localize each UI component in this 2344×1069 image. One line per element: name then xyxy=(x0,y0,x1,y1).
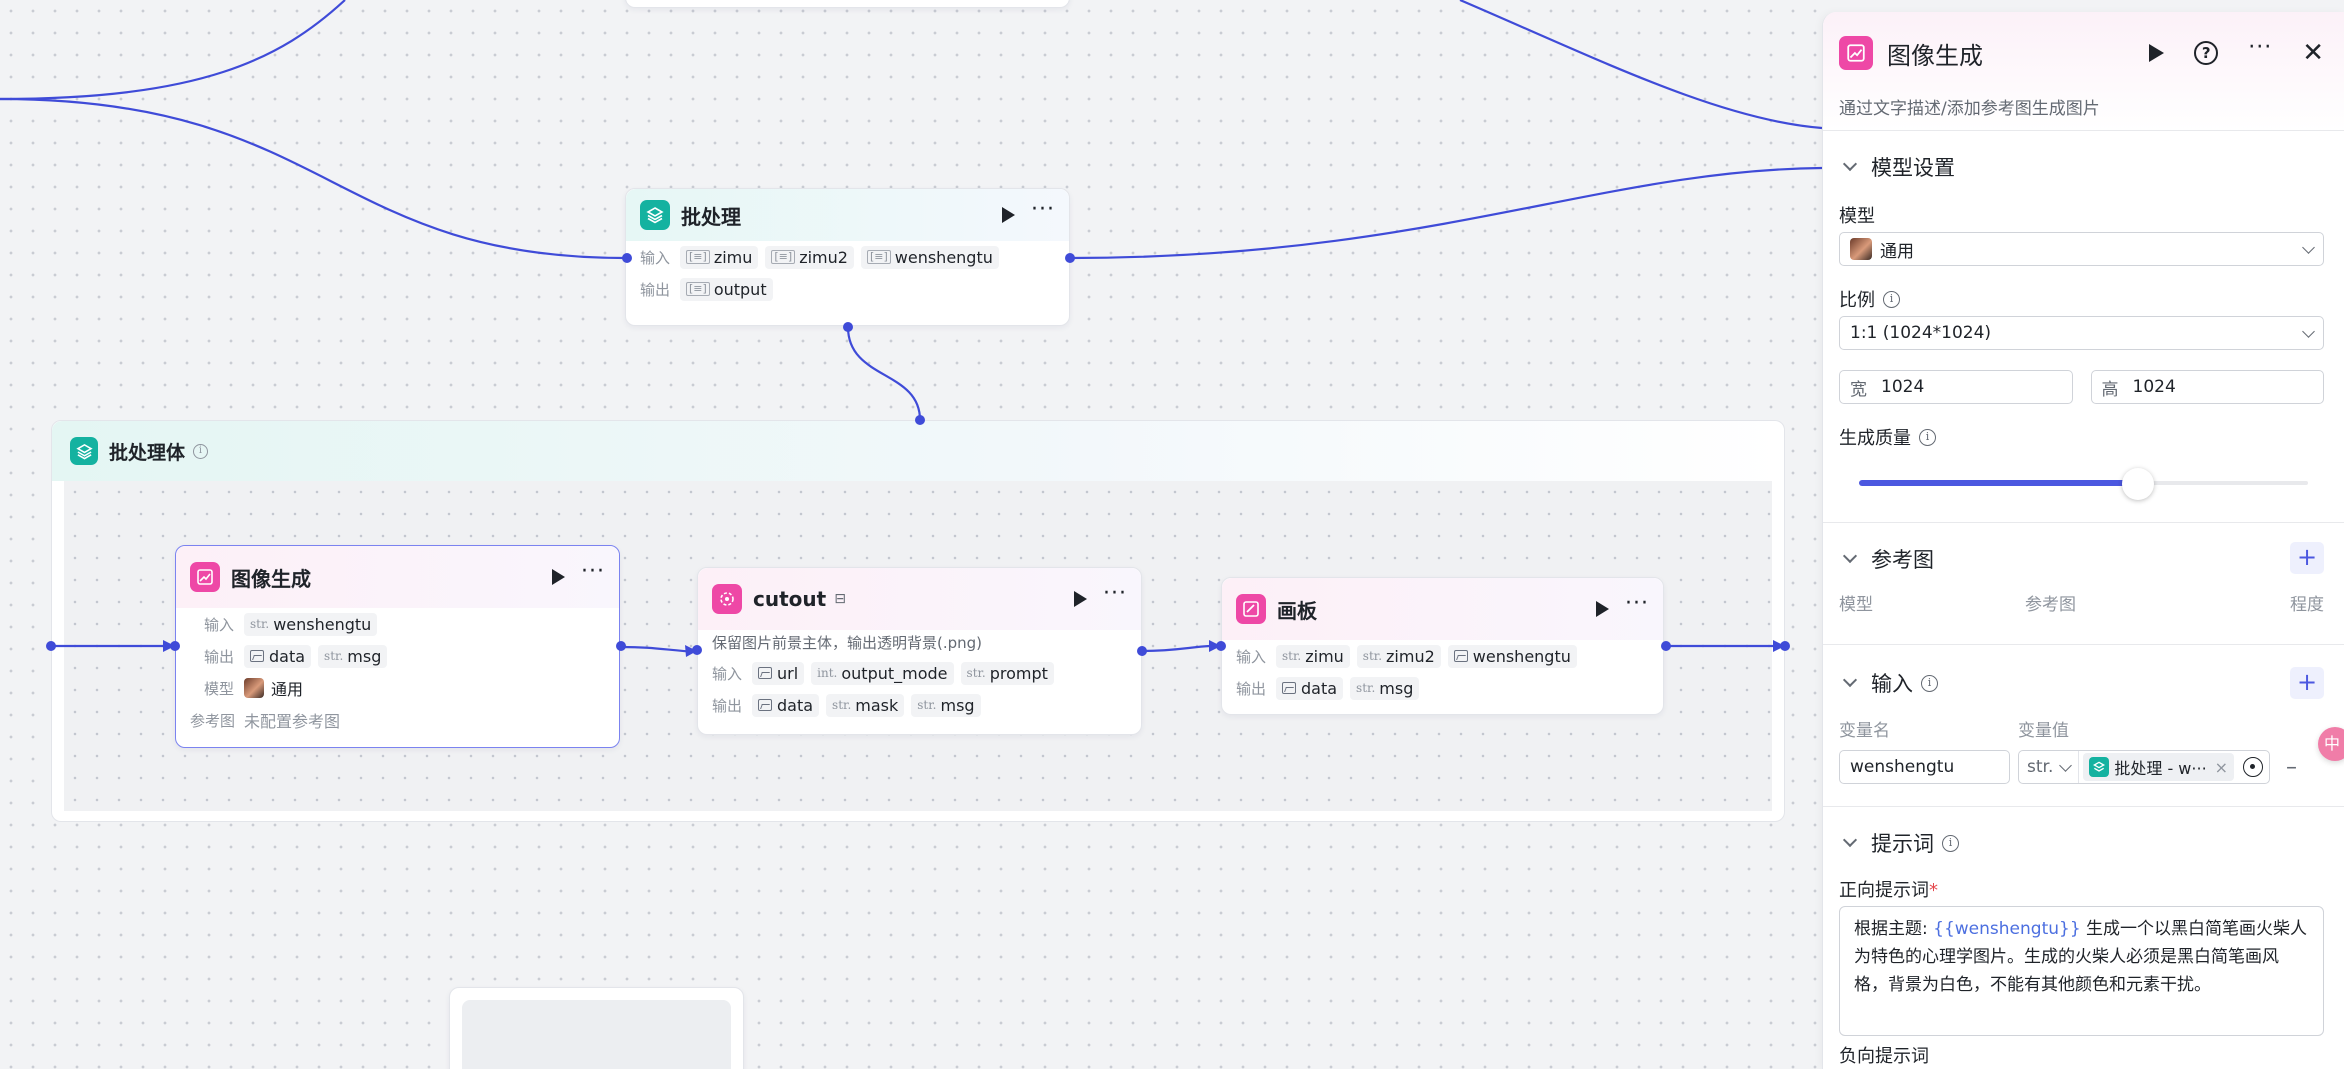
reference-table-header: 模型 参考图 程度 xyxy=(1839,595,2324,615)
chevron-down-icon xyxy=(1842,672,1858,688)
edge xyxy=(846,326,922,421)
quality-slider[interactable] xyxy=(1839,468,2324,500)
close-icon[interactable]: ✕ xyxy=(2302,40,2324,66)
handle-dot xyxy=(843,322,853,332)
slider-fill xyxy=(1859,480,2138,486)
remove-variable-button[interactable]: – xyxy=(2286,755,2297,780)
model-select[interactable]: 通用 xyxy=(1839,232,2324,266)
positive-prompt-textarea[interactable]: 根据主题: {{wenshengtu}} 生成一个以黑白简笔画火柴人为特色的心理… xyxy=(1839,906,2324,1036)
info-icon[interactable]: i xyxy=(1919,428,1936,446)
variable-name-input[interactable]: wenshengtu xyxy=(1839,750,2010,784)
edge xyxy=(1069,166,1822,260)
height-input[interactable]: 高 1024 xyxy=(2090,370,2324,404)
ratio-select[interactable]: 1:1 (1024*1024) xyxy=(1839,316,2324,350)
layers-icon xyxy=(2089,757,2110,777)
edge xyxy=(1459,0,1822,130)
handle-dot xyxy=(622,253,632,263)
run-icon[interactable] xyxy=(2149,44,2165,62)
model-avatar xyxy=(1850,238,1872,260)
help-icon[interactable]: ? xyxy=(2194,41,2219,65)
input-variable-row: wenshengtu str. 批处理 - w··· × – xyxy=(1839,750,2324,784)
chevron-down-icon xyxy=(2302,240,2315,254)
handle-dot xyxy=(915,415,925,425)
quality-label-row: 生成质量 i xyxy=(1839,424,2324,450)
handle-dot xyxy=(1661,641,1671,651)
panel-title: 图像生成 xyxy=(1887,41,1983,70)
chevron-down-icon xyxy=(2059,758,2073,772)
chevron-down-icon xyxy=(2302,324,2315,338)
info-icon[interactable]: i xyxy=(1942,834,1959,852)
divider xyxy=(1823,130,2344,131)
add-reference-button[interactable]: + xyxy=(2290,542,2324,574)
divider xyxy=(1823,522,2344,523)
divider xyxy=(1823,644,2344,645)
edge xyxy=(1141,644,1211,653)
variable-type-select[interactable]: str. xyxy=(2019,751,2080,783)
add-input-button[interactable]: + xyxy=(2290,667,2324,699)
model-label: 模型 xyxy=(1839,206,1875,227)
remove-reference-icon[interactable]: × xyxy=(2215,758,2228,777)
section-input[interactable]: 输入 i xyxy=(1839,668,2324,698)
target-icon[interactable] xyxy=(2243,757,2263,777)
handle-dot xyxy=(1065,253,1075,263)
ratio-label-row: 比例 i xyxy=(1839,286,2324,312)
variable-reference-chip[interactable]: 批处理 - w··· × xyxy=(2083,753,2235,781)
chevron-down-icon xyxy=(1842,548,1858,564)
floating-badge[interactable]: 中 xyxy=(2318,727,2344,761)
section-model-settings[interactable]: 模型设置 xyxy=(1839,152,2324,182)
section-prompt[interactable]: 提示词 i xyxy=(1839,828,2324,858)
chevron-down-icon xyxy=(1842,832,1858,848)
variable-value-field[interactable]: str. 批处理 - w··· × xyxy=(2018,750,2270,784)
edge xyxy=(0,97,626,260)
negative-prompt-label: 负向提示词 xyxy=(1839,1046,1929,1067)
width-input[interactable]: 宽 1024 xyxy=(1839,370,2073,404)
section-reference-image[interactable]: 参考图 xyxy=(1839,544,2324,574)
info-icon[interactable]: i xyxy=(1921,674,1938,692)
handle-dot xyxy=(616,641,626,651)
workflow-canvas[interactable]: 批处理 ··· 输入 [≡] zimu [≡] zimu2 [≡] wenshengt… xyxy=(0,0,1822,1069)
more-icon[interactable]: ··· xyxy=(2248,37,2272,63)
chevron-down-icon xyxy=(1842,156,1858,172)
slider-thumb[interactable] xyxy=(2122,468,2154,500)
input-table-header: 变量名 变量值 xyxy=(1839,721,2069,741)
handle-dot xyxy=(46,641,56,651)
edge xyxy=(0,0,346,101)
handle-dot xyxy=(1137,646,1147,656)
panel-subtitle: 通过文字描述/添加参考图生成图片 xyxy=(1839,99,2100,119)
prompt-variable: {{wenshengtu}} xyxy=(1933,919,2081,939)
node-settings-panel: 图像生成 ? ··· ✕ 通过文字描述/添加参考图生成图片 模型设置 模型 通用… xyxy=(1822,12,2344,1069)
info-icon[interactable]: i xyxy=(1883,290,1900,308)
edges-layer xyxy=(0,0,1822,657)
divider xyxy=(1823,806,2344,807)
positive-prompt-label: 正向提示词* xyxy=(1839,880,1938,901)
image-gen-icon xyxy=(1839,36,1873,70)
